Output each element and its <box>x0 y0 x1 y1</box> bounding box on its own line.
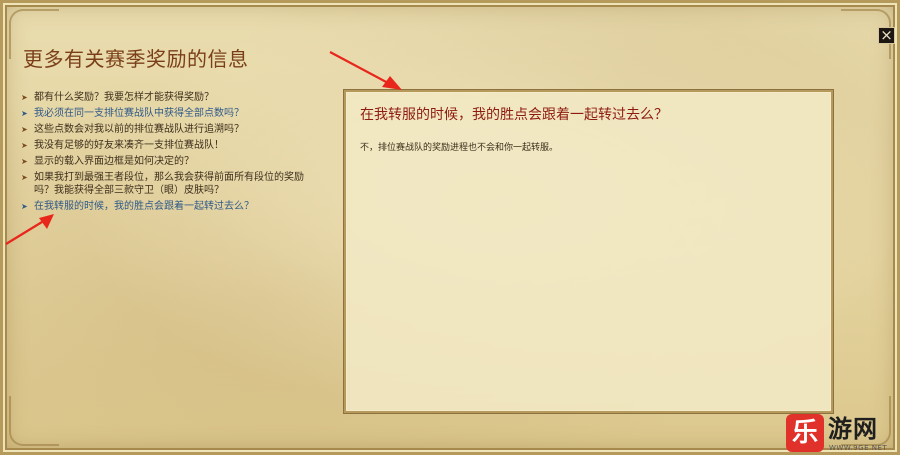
close-button[interactable]: × <box>878 27 895 44</box>
triangle-bullet-icon: ➤ <box>21 93 28 102</box>
triangle-bullet-icon: ➤ <box>21 173 28 182</box>
triangle-bullet-icon: ➤ <box>21 109 28 118</box>
frame-corner-ornament <box>9 396 59 446</box>
faq-item-label: 显示的载入界面边框是如何决定的？ <box>34 156 194 167</box>
faq-item-label: 在我转服的时候，我的胜点会跟着一起转过去么？ <box>34 201 254 212</box>
faq-item[interactable]: ➤ 我必须在同一支排位赛战队中获得全部点数吗？ <box>21 107 321 120</box>
answer-title: 在我转服的时候，我的胜点会跟着一起转过去么？ <box>360 107 668 123</box>
faq-item-label: 都有什么奖励？我要怎样才能获得奖励？ <box>34 92 214 103</box>
faq-item[interactable]: ➤ 都有什么奖励？我要怎样才能获得奖励？ <box>21 91 321 104</box>
faq-question-list: ➤ 都有什么奖励？我要怎样才能获得奖励？ ➤ 我必须在同一支排位赛战队中获得全部… <box>21 91 321 216</box>
faq-item-label: 如果我打到最强王者段位，那么我会获得前面所有段位的奖励吗？我能获得全部三款守卫（… <box>34 172 304 196</box>
watermark-logo-badge: 乐 <box>786 414 824 452</box>
season-rewards-panel: × 更多有关赛季奖励的信息 ➤ 都有什么奖励？我要怎样才能获得奖励？ ➤ 我必须… <box>0 0 900 455</box>
faq-item-label: 我必须在同一支排位赛战队中获得全部点数吗？ <box>34 108 244 119</box>
faq-item-label: 我没有足够的好友来凑齐一支排位赛战队！ <box>34 140 224 151</box>
close-icon: × <box>880 26 893 44</box>
faq-item[interactable]: ➤ 显示的载入界面边框是如何决定的？ <box>21 155 321 168</box>
faq-item[interactable]: ➤ 如果我打到最强王者段位，那么我会获得前面所有段位的奖励吗？我能获得全部三款守… <box>21 171 321 197</box>
faq-item-selected[interactable]: ➤ 在我转服的时候，我的胜点会跟着一起转过去么？ <box>21 200 321 213</box>
site-watermark: 乐 游网 WWW.9GE.NET <box>776 410 900 455</box>
faq-item[interactable]: ➤ 我没有足够的好友来凑齐一支排位赛战队！ <box>21 139 321 152</box>
triangle-bullet-icon: ➤ <box>21 202 28 211</box>
faq-item[interactable]: ➤ 这些点数会对我以前的排位赛战队进行追溯吗？ <box>21 123 321 136</box>
watermark-name: 游网 <box>828 415 878 443</box>
answer-body: 不，排位赛战队的奖励进程也不会和你一起转服。 <box>360 143 559 153</box>
triangle-bullet-icon: ➤ <box>21 125 28 134</box>
triangle-bullet-icon: ➤ <box>21 141 28 150</box>
page-title: 更多有关赛季奖励的信息 <box>23 47 249 71</box>
triangle-bullet-icon: ➤ <box>21 157 28 166</box>
watermark-url: WWW.9GE.NET <box>829 444 888 452</box>
faq-item-label: 这些点数会对我以前的排位赛战队进行追溯吗？ <box>34 124 244 135</box>
answer-panel: 在我转服的时候，我的胜点会跟着一起转过去么？ 不，排位赛战队的奖励进程也不会和你… <box>344 90 833 413</box>
